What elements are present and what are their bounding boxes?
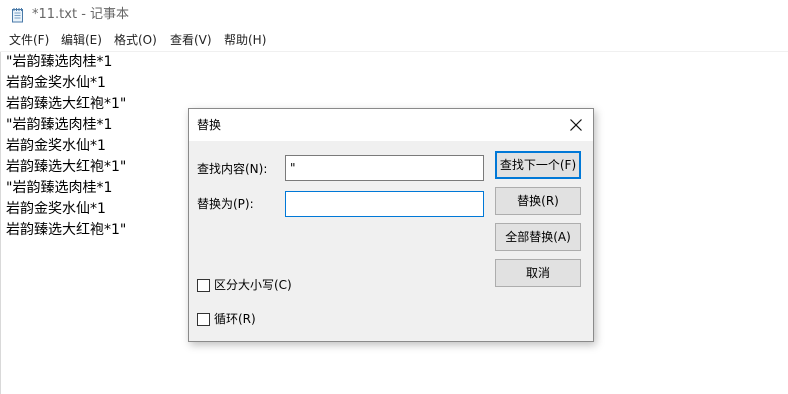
- find-next-button[interactable]: 查找下一个(F): [495, 151, 581, 179]
- match-case-checkbox[interactable]: [197, 279, 210, 292]
- editor-line: 岩韵臻选大红袍*1": [6, 159, 127, 175]
- wrap-around-label[interactable]: 循环(R): [214, 311, 256, 327]
- menu-help[interactable]: 帮助(H): [224, 32, 266, 49]
- editor-line: 岩韵臻选大红袍*1": [6, 222, 127, 238]
- close-icon[interactable]: [565, 115, 587, 135]
- replace-dialog: 替换 查找内容(N): 替换为(P): 查找下一个(F) 替换(R) 全部替换(…: [188, 108, 594, 342]
- replace-all-button[interactable]: 全部替换(A): [495, 223, 581, 251]
- notepad-icon: [11, 7, 25, 23]
- dialog-title-bar: 替换: [189, 109, 593, 141]
- find-input[interactable]: [285, 155, 484, 181]
- menu-edit[interactable]: 编辑(E): [61, 32, 102, 49]
- title-bar: *11.txt - 记事本: [0, 0, 788, 30]
- editor-line: "岩韵臻选肉桂*1: [6, 54, 113, 70]
- wrap-around-checkbox[interactable]: [197, 313, 210, 326]
- menu-file[interactable]: 文件(F): [9, 32, 49, 49]
- editor-line: 岩韵金奖水仙*1: [6, 201, 106, 217]
- find-label: 查找内容(N):: [197, 162, 268, 176]
- dialog-title: 替换: [197, 118, 222, 132]
- menu-format[interactable]: 格式(O): [114, 32, 157, 49]
- replace-input[interactable]: [285, 191, 484, 217]
- cancel-button[interactable]: 取消: [495, 259, 581, 287]
- replace-button[interactable]: 替换(R): [495, 187, 581, 215]
- menu-view[interactable]: 查看(V): [170, 32, 212, 49]
- editor-line: "岩韵臻选肉桂*1: [6, 180, 113, 196]
- editor-line: 岩韵臻选大红袍*1": [6, 96, 127, 112]
- editor-line: 岩韵金奖水仙*1: [6, 138, 106, 154]
- editor-line: "岩韵臻选肉桂*1: [6, 117, 113, 133]
- window-title: *11.txt - 记事本: [32, 7, 130, 22]
- replace-label: 替换为(P):: [197, 197, 254, 211]
- editor-line: 岩韵金奖水仙*1: [6, 75, 106, 91]
- match-case-label[interactable]: 区分大小写(C): [214, 277, 292, 293]
- menu-bar: 文件(F) 编辑(E) 格式(O) 查看(V) 帮助(H): [0, 30, 788, 51]
